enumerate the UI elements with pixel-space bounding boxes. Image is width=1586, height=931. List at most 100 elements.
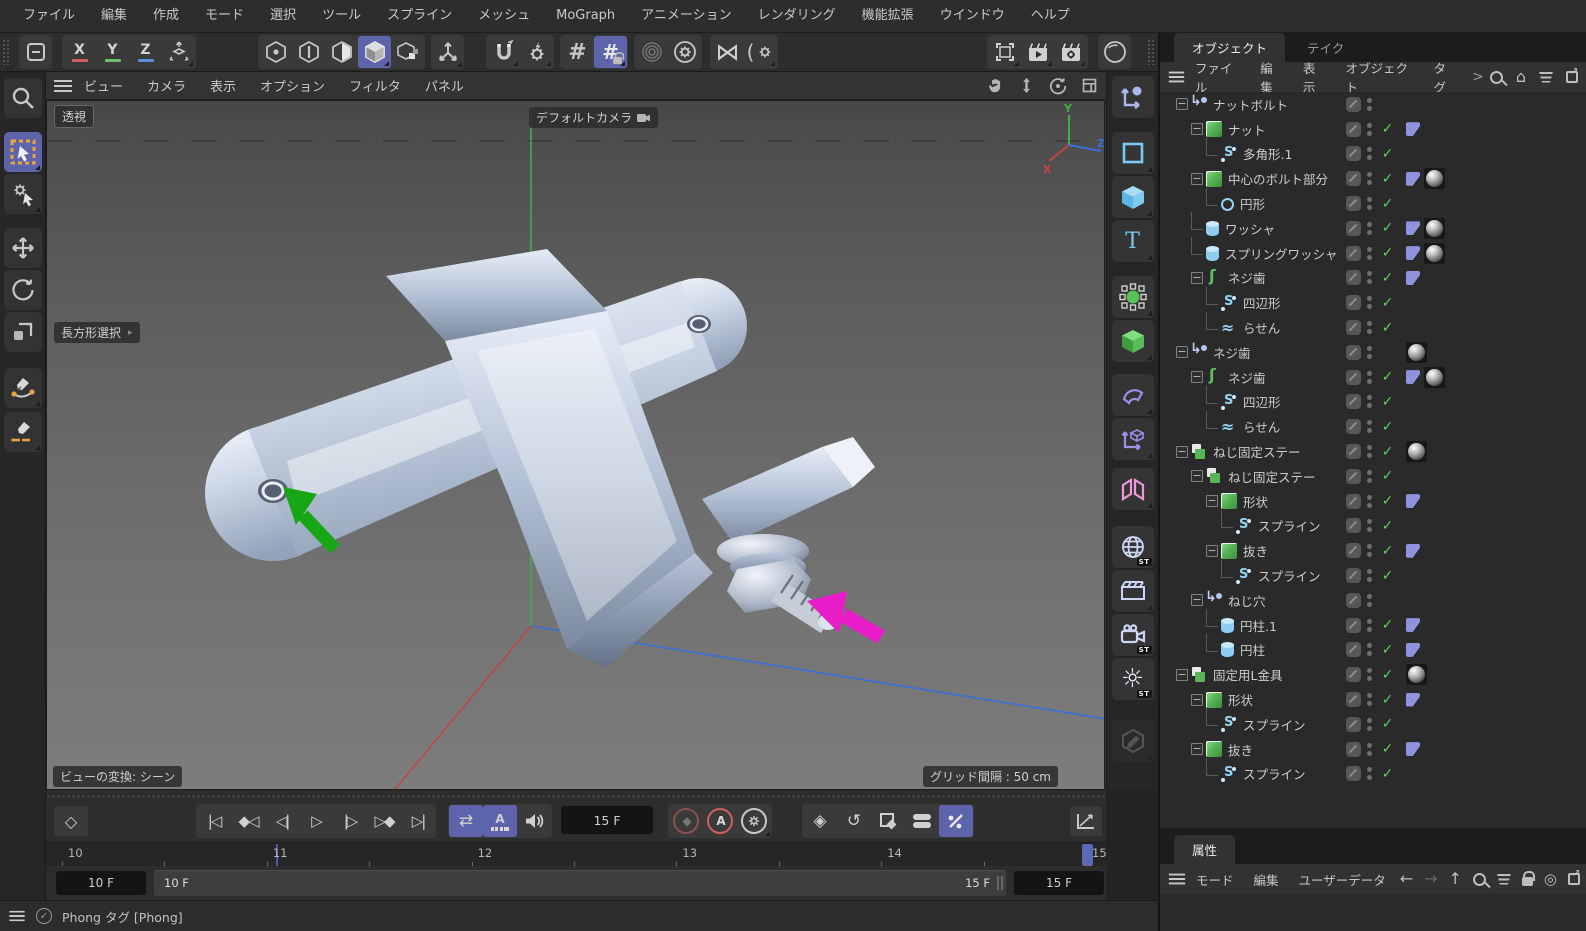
visibility-dots[interactable] [1367, 519, 1372, 532]
layer-toggle[interactable] [1346, 444, 1361, 459]
symmetry-settings-icon[interactable]: ( [744, 36, 777, 68]
phong-tag-icon[interactable] [1406, 271, 1420, 285]
attr-menu-item[interactable]: ユーザーデータ [1289, 870, 1396, 889]
object-tree-row[interactable]: −固定用L金具✓ [1160, 662, 1586, 687]
visibility-dots[interactable] [1367, 470, 1372, 483]
object-tree-row[interactable]: −ナット✓ [1160, 117, 1586, 142]
expand-toggle[interactable]: − [1176, 346, 1188, 358]
menubar-item[interactable]: スプライン [374, 0, 465, 32]
viewport-menu-item[interactable]: フィルタ [337, 76, 413, 95]
next-key-button[interactable]: ▷◆ [367, 805, 401, 837]
attr-search-icon[interactable] [1473, 873, 1486, 886]
layer-toggle[interactable] [1346, 766, 1361, 781]
orbit-rotate-icon[interactable] [1049, 77, 1067, 95]
rotation-key-button[interactable]: ↺ [837, 805, 871, 837]
attr-target-icon[interactable]: ◎ [1544, 872, 1557, 887]
expand-toggle[interactable]: − [1191, 694, 1203, 706]
camera-label[interactable]: デフォルトカメラ [529, 107, 658, 128]
scale-tool-icon[interactable] [4, 312, 42, 352]
visibility-dots[interactable] [1367, 445, 1372, 458]
current-frame-field[interactable]: 15 F [561, 806, 653, 834]
play-button[interactable]: ▷ [299, 805, 333, 837]
material-tag-icon[interactable] [1424, 218, 1445, 239]
enable-check[interactable]: ✓ [1379, 394, 1396, 410]
om-menu-overflow[interactable]: > [1466, 70, 1490, 84]
object-tree-row[interactable]: 多角形.1✓ [1160, 142, 1586, 167]
enable-check[interactable]: ✓ [1379, 716, 1396, 732]
visibility-dots[interactable] [1367, 147, 1372, 160]
record-keyframe-button[interactable]: ◆ [669, 805, 703, 837]
object-tree-row[interactable]: −ねじ固定ステー✓ [1160, 439, 1586, 464]
visibility-dots[interactable] [1367, 767, 1372, 780]
layer-toggle[interactable] [1346, 518, 1361, 533]
range-slider[interactable]: 10 F 15 F [154, 870, 1006, 896]
polygons-mode-icon[interactable] [325, 36, 358, 68]
enable-check[interactable]: ✓ [1379, 320, 1396, 336]
attr-back-icon[interactable]: ← [1400, 871, 1413, 887]
visibility-dots[interactable] [1367, 271, 1372, 284]
layer-toggle[interactable] [1346, 742, 1361, 757]
visibility-dots[interactable] [1367, 569, 1372, 582]
pan-hand-icon[interactable] [987, 77, 1004, 94]
toolbar-grip-right[interactable] [1147, 39, 1156, 65]
object-tree-row[interactable]: スプライン✓ [1160, 514, 1586, 539]
om-popout-icon[interactable] [1566, 71, 1578, 83]
phong-tag-icon[interactable] [1406, 643, 1420, 657]
timeline-grip[interactable] [46, 794, 1106, 800]
object-tree-row[interactable]: −形状✓ [1160, 687, 1586, 712]
light-object-button[interactable]: ☼ ST [1112, 658, 1154, 700]
om-menu-item[interactable]: ファイル [1185, 58, 1250, 96]
object-tree-row[interactable]: 円柱.1✓ [1160, 613, 1586, 638]
object-tree-row[interactable]: −ネジ歯✓ [1160, 365, 1586, 390]
visibility-dots[interactable] [1367, 321, 1372, 334]
viewport-menu-item[interactable]: オプション [248, 76, 337, 95]
expand-toggle[interactable]: − [1206, 495, 1218, 507]
object-tree-row[interactable]: 四辺形✓ [1160, 290, 1586, 315]
stage-object-button[interactable] [1112, 570, 1154, 612]
object-axis-mode-icon[interactable] [391, 36, 424, 68]
toolbar-grip[interactable] [2, 39, 11, 65]
layer-toggle[interactable] [1346, 618, 1361, 633]
cube-primitive-button[interactable] [1112, 176, 1154, 218]
visibility-dots[interactable] [1367, 172, 1372, 185]
enable-check[interactable]: ✓ [1379, 543, 1396, 559]
layer-toggle[interactable] [1346, 469, 1361, 484]
phong-tag-icon[interactable] [1406, 742, 1420, 756]
position-key-button[interactable]: ◈ [803, 805, 837, 837]
axis-tool-icon[interactable] [431, 35, 464, 69]
material-tag-icon[interactable] [1424, 367, 1445, 388]
modeling-axis-button[interactable] [1112, 418, 1154, 460]
expand-toggle[interactable]: − [1206, 545, 1218, 557]
om-menu-item[interactable]: タグ [1423, 58, 1466, 96]
menubar-item[interactable]: ツール [309, 0, 374, 32]
visibility-dots[interactable] [1367, 247, 1372, 260]
previous-frame-button[interactable]: ◁| [265, 805, 299, 837]
layer-toggle[interactable] [1346, 692, 1361, 707]
range-start-field[interactable]: 10 F [56, 871, 146, 895]
phong-tag-icon[interactable] [1406, 370, 1420, 384]
interactive-render-sphere-icon[interactable] [1098, 35, 1131, 69]
visibility-dots[interactable] [1367, 495, 1372, 508]
grid-snap-icon[interactable]: # [561, 36, 594, 68]
visibility-dots[interactable] [1367, 296, 1372, 309]
menubar-item[interactable]: 機能拡張 [849, 0, 927, 32]
enable-check[interactable]: ✓ [1379, 493, 1396, 509]
pla-key-button[interactable] [939, 805, 973, 837]
layer-toggle[interactable] [1346, 270, 1361, 285]
expand-toggle[interactable]: − [1176, 446, 1188, 458]
om-menu-item[interactable]: オブジェクト [1336, 58, 1424, 96]
go-to-end-button[interactable]: ▷| [401, 805, 435, 837]
visibility-dots[interactable] [1367, 123, 1372, 136]
render-region-icon[interactable] [988, 36, 1021, 68]
viewport-menu-item[interactable]: 表示 [198, 76, 248, 95]
quantize-icon[interactable]: # [594, 36, 627, 68]
scale-key-button[interactable] [871, 805, 905, 837]
expand-toggle[interactable]: − [1191, 371, 1203, 383]
object-tree-row[interactable]: スプライン✓ [1160, 762, 1586, 787]
menubar-item[interactable]: 作成 [140, 0, 192, 32]
enable-check[interactable]: ✓ [1379, 444, 1396, 460]
object-tree-row[interactable]: 円柱✓ [1160, 638, 1586, 663]
model-mode-icon[interactable] [358, 36, 391, 68]
tweak-tool-icon[interactable] [4, 174, 42, 214]
layer-toggle[interactable] [1346, 196, 1361, 211]
